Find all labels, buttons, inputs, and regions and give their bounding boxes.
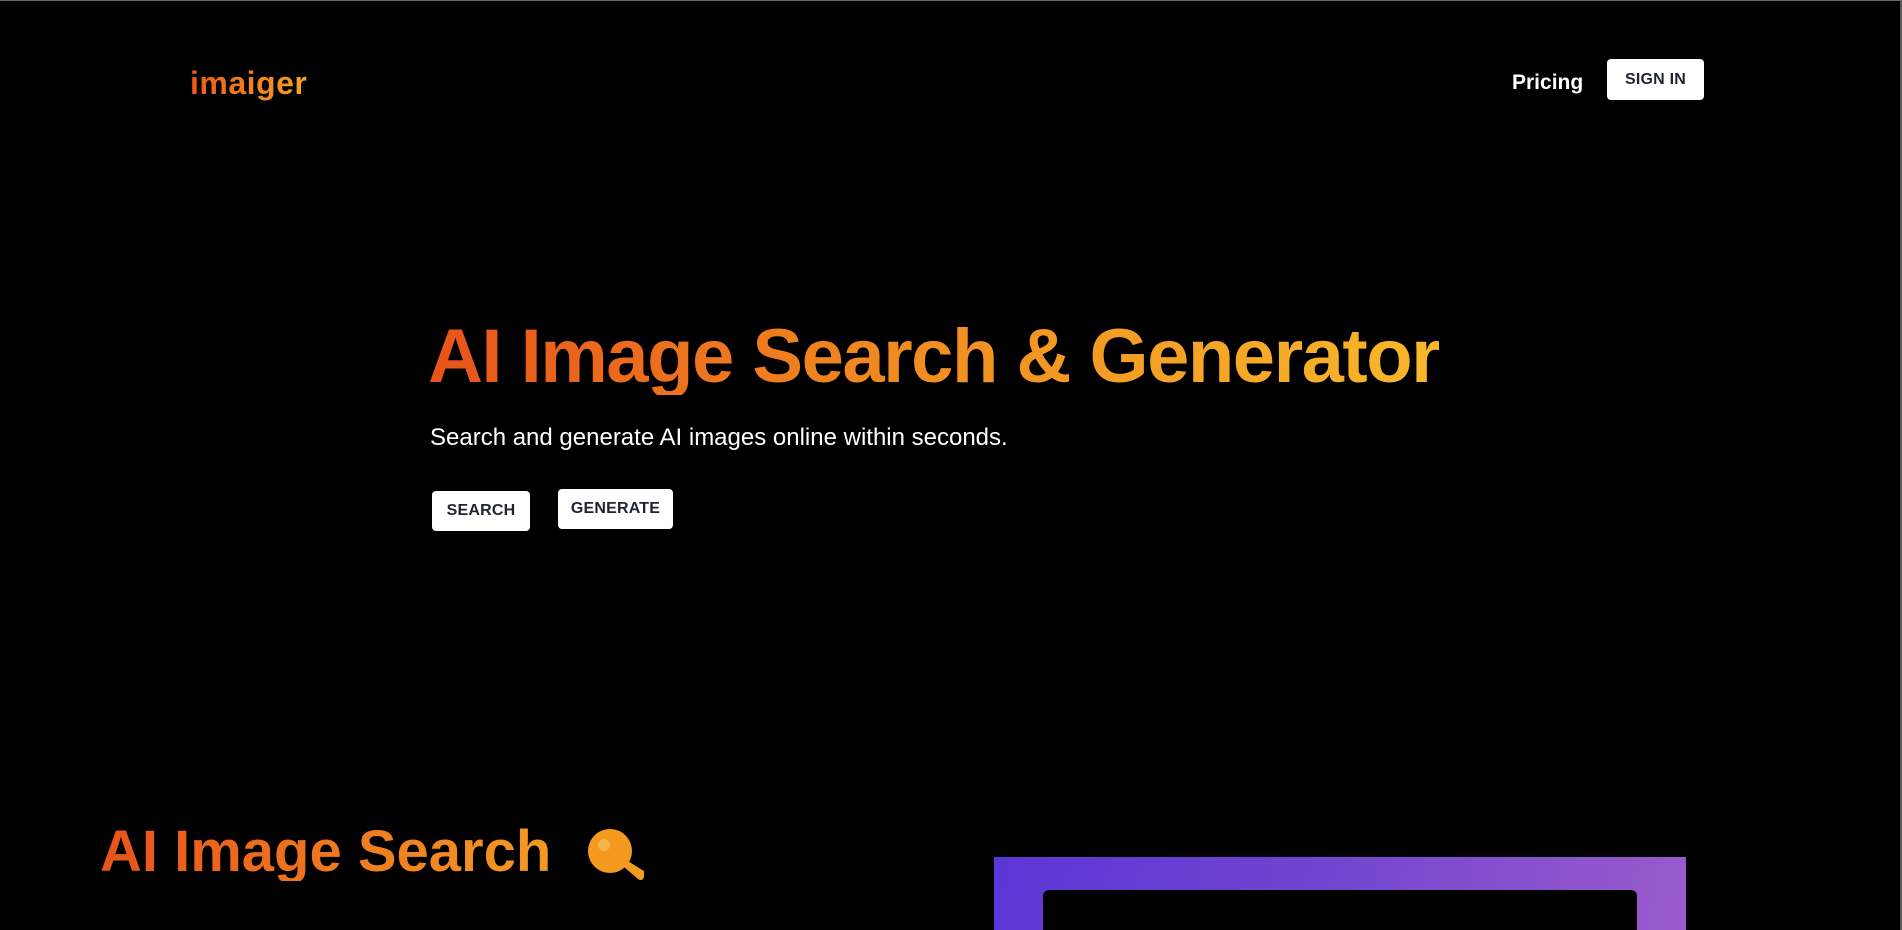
sign-in-button[interactable]: SIGN IN <box>1607 59 1704 100</box>
search-button[interactable]: SEARCH <box>432 491 530 531</box>
page: imaiger Pricing SIGN IN AI Image Search … <box>0 0 1902 930</box>
generate-button[interactable]: GENERATE <box>558 489 673 529</box>
section-title-ai-image-search: AI Image Search <box>100 819 552 884</box>
search-preview-frame <box>994 857 1686 930</box>
hero-title: AI Image Search & Generator <box>428 314 1441 399</box>
magnifier-icon <box>588 829 644 881</box>
nav-pricing-link[interactable]: Pricing <box>1512 71 1583 95</box>
logo[interactable]: imaiger <box>190 65 307 102</box>
hero-subtitle: Search and generate AI images online wit… <box>430 424 1008 451</box>
search-preview-panel <box>1043 890 1637 930</box>
